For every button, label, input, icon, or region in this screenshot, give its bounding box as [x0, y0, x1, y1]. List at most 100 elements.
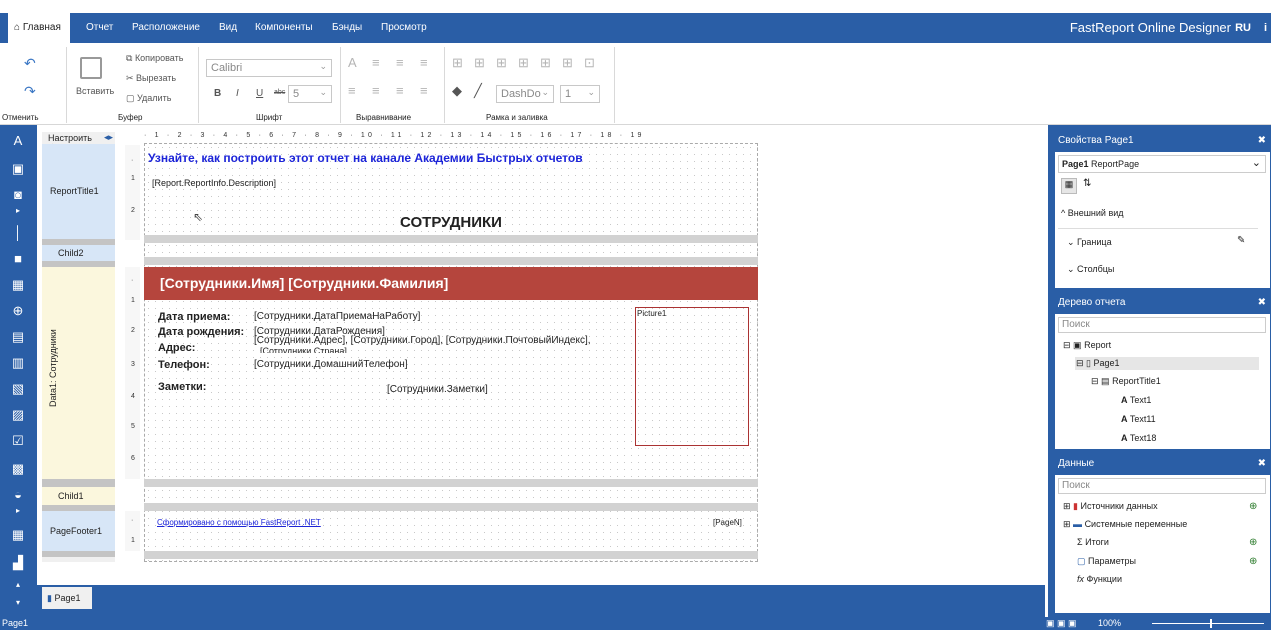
border-right-icon[interactable]: ⊞	[540, 55, 551, 71]
data-search-input[interactable]: Поиск	[1058, 478, 1266, 494]
paste-button[interactable]: Вставить	[76, 86, 114, 96]
border-settings-icon[interactable]: ⊡	[584, 55, 595, 71]
scroll-down-icon[interactable]: ▾	[10, 595, 26, 611]
field-label-notes[interactable]: Заметки:	[158, 381, 206, 393]
field-value-hire-date[interactable]: [Сотрудники.ДатаПриемаНаРаботу]	[254, 311, 420, 322]
font-size-select[interactable]: 5 ⌄	[288, 85, 332, 103]
field-label-birth-date[interactable]: Дата рождения:	[158, 326, 244, 338]
tab-view[interactable]: Вид	[219, 13, 237, 43]
band-child2[interactable]: Child2	[42, 245, 115, 261]
expand-icon[interactable]: ▸	[10, 503, 26, 519]
copy-button[interactable]: ⧉ Копировать	[126, 53, 183, 64]
bold-button[interactable]: B	[214, 88, 221, 99]
chart-tool-icon[interactable]: ▥	[10, 355, 26, 371]
footer-link[interactable]: Сформировано с помощью FastReport .NET	[157, 518, 321, 527]
band-report-title[interactable]: ReportTitle1	[42, 144, 115, 239]
underline-button[interactable]: U	[256, 88, 263, 99]
valign-top-icon[interactable]: ≡	[372, 55, 380, 70]
border-all-icon[interactable]: ⊞	[452, 55, 463, 71]
band-data1[interactable]: Data1: Сотрудники	[42, 267, 115, 479]
tree-search-input[interactable]: Поиск	[1058, 317, 1266, 333]
add-parameter-icon[interactable]: ⊕	[1249, 556, 1257, 567]
signal-tool-icon[interactable]: ▟	[10, 555, 26, 571]
tab-home[interactable]: ⌂ Главная	[8, 13, 70, 43]
font-size-up-icon[interactable]: A	[348, 55, 357, 70]
picture-tool-icon[interactable]: ▣	[10, 161, 26, 177]
field-label-address[interactable]: Адрес:	[158, 342, 195, 354]
delete-button[interactable]: ▢ Удалить	[126, 93, 171, 104]
data-item-sources[interactable]: ⊞ ▮ Источники данных	[1063, 501, 1158, 512]
description-field[interactable]: [Report.ReportInfo.Description]	[152, 178, 276, 188]
tree-item-reporttitle1[interactable]: ⊟ ▤ ReportTitle1	[1091, 376, 1161, 387]
fill-color-icon[interactable]: ◆	[452, 83, 462, 99]
cut-button[interactable]: ✂ Вырезать	[126, 73, 176, 84]
tree-item-page1[interactable]: ⊟ ▯ Page1	[1075, 357, 1259, 370]
table-tool-icon[interactable]: ▦	[10, 277, 26, 293]
zip-code-tool-icon[interactable]: ▩	[10, 461, 26, 477]
valign-bottom-icon[interactable]: ≡	[420, 55, 428, 70]
tab-report[interactable]: Отчет	[86, 13, 113, 43]
add-datasource-icon[interactable]: ⊕	[1249, 501, 1257, 512]
field-value-address[interactable]: [Сотрудники.Адрес], [Сотрудники.Город], …	[254, 335, 634, 346]
close-icon[interactable]: ✖	[1258, 453, 1266, 475]
band-page-footer[interactable]: PageFooter1	[42, 511, 115, 551]
shape-tool-icon[interactable]: ■	[10, 251, 26, 267]
tab-preview[interactable]: Просмотр	[381, 13, 427, 43]
report-title[interactable]: СОТРУДНИКИ	[144, 214, 758, 231]
field-label-hire-date[interactable]: Дата приема:	[158, 311, 230, 323]
tree-item-text18[interactable]: A Text18	[1121, 433, 1156, 443]
zoom-slider[interactable]	[1152, 623, 1264, 624]
line-tool-icon[interactable]: │	[10, 225, 26, 241]
field-value-country[interactable]: [Сотрудники.Страна]	[260, 346, 347, 353]
language-selector[interactable]: RU	[1235, 13, 1251, 43]
close-icon[interactable]: ✖	[1258, 292, 1266, 314]
zoom-slider-handle[interactable]	[1210, 619, 1212, 628]
data-item-system-variables[interactable]: ⊞ ▬ Системные переменные	[1063, 519, 1187, 530]
align-right-icon[interactable]: ≡	[396, 83, 404, 98]
sort-alpha-icon[interactable]: ⇅	[1083, 178, 1091, 189]
add-total-icon[interactable]: ⊕	[1249, 537, 1257, 548]
valign-middle-icon[interactable]: ≡	[396, 55, 404, 70]
scroll-up-icon[interactable]: ▴	[10, 577, 26, 593]
border-top-icon[interactable]: ⊞	[474, 55, 485, 71]
edit-border-icon[interactable]: ✎	[1237, 235, 1245, 246]
align-center-icon[interactable]: ≡	[372, 83, 380, 98]
richtext-tool-icon[interactable]: ▧	[10, 381, 26, 397]
text-tool-icon[interactable]: A	[10, 133, 26, 149]
strikethrough-button[interactable]: abc	[274, 89, 285, 96]
page-tab[interactable]: ▮ Page1	[42, 587, 92, 609]
checkbox-tool-icon[interactable]: ☑	[10, 433, 26, 449]
page-number-field[interactable]: [PageN]	[713, 518, 742, 527]
info-icon[interactable]: i	[1264, 13, 1267, 43]
sort-category-icon[interactable]: ▦	[1061, 178, 1077, 194]
undo-icon[interactable]: ↶	[24, 55, 36, 72]
section-appearance[interactable]: ^ Внешний вид	[1061, 208, 1124, 218]
academy-link[interactable]: Узнайте, как построить этот отчет на кан…	[148, 151, 583, 165]
line-width-select[interactable]: 1 ⌄	[560, 85, 600, 103]
tab-layout[interactable]: Расположение	[132, 13, 200, 43]
align-left-icon[interactable]: ≡	[348, 83, 356, 98]
align-justify-icon[interactable]: ≡	[420, 83, 428, 98]
italic-button[interactable]: I	[236, 88, 239, 99]
redo-icon[interactable]: ↷	[24, 83, 36, 100]
tab-components[interactable]: Компоненты	[255, 13, 313, 43]
picture1[interactable]: Picture1	[635, 307, 749, 446]
matrix-tool-icon[interactable]: ▤	[10, 329, 26, 345]
border-left-icon[interactable]: ⊞	[518, 55, 529, 71]
close-icon[interactable]: ✖	[1258, 130, 1266, 152]
expand-icon[interactable]: ▸	[10, 203, 26, 219]
dash-style-select[interactable]: DashDo ⌄	[496, 85, 554, 103]
cellular-tool-icon[interactable]: ▦	[10, 527, 26, 543]
subreport-tool-icon[interactable]: ▨	[10, 407, 26, 423]
data-item-parameters[interactable]: ▢ Параметры	[1077, 556, 1136, 567]
map-tool-icon[interactable]: ⊕	[10, 303, 26, 319]
tree-item-text11[interactable]: A Text11	[1121, 414, 1156, 424]
employee-name-header[interactable]: [Сотрудники.Имя] [Сотрудники.Фамилия]	[144, 267, 758, 300]
border-bottom-icon[interactable]: ⊞	[496, 55, 507, 71]
object-selector[interactable]: Page1 ReportPage ⌄	[1058, 155, 1266, 173]
gauge-tool-icon[interactable]: ◒	[10, 487, 26, 503]
field-value-phone[interactable]: [Сотрудники.ДомашнийТелефон]	[254, 359, 408, 370]
field-value-notes[interactable]: [Сотрудники.Заметки]	[387, 384, 488, 395]
bands-toggle-icon[interactable]: ◂▸	[104, 132, 113, 143]
section-columns[interactable]: ⌄ Столбцы	[1067, 264, 1114, 275]
